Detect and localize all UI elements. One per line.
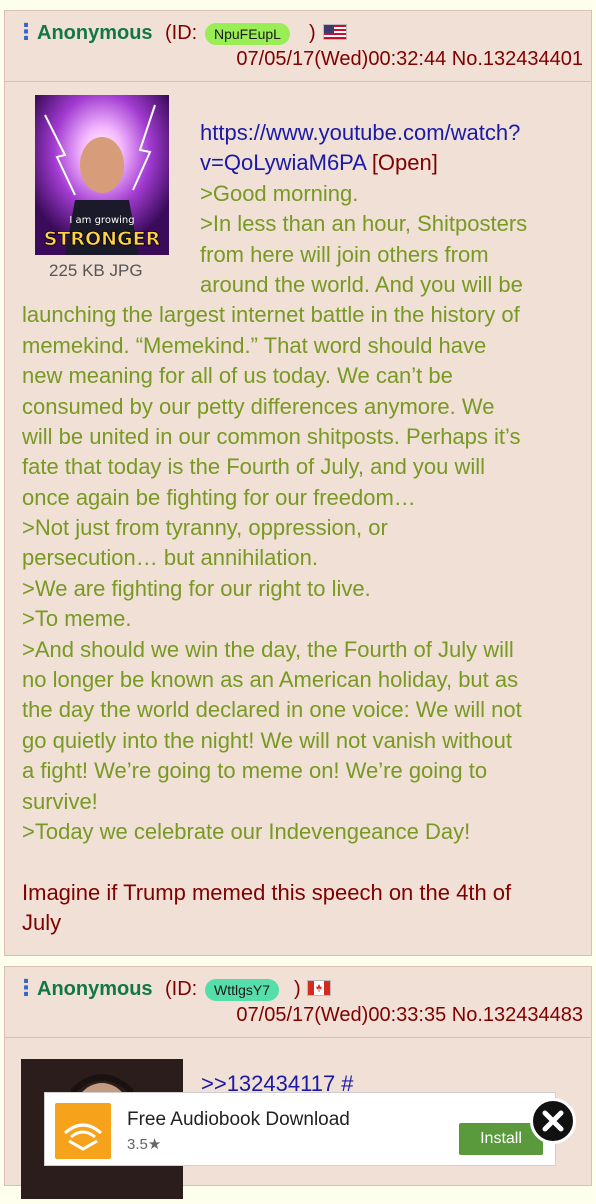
post-info: 07/05/17(Wed)00:32:44 No.132434401	[236, 47, 583, 71]
greentext-line: >In less than an hour, Shitposters	[200, 211, 528, 237]
greentext-line: no longer be known as an American holida…	[22, 667, 519, 693]
post-datetime: 07/05/17(Wed)00:32:44	[236, 48, 447, 70]
post-menu-icon[interactable]: ⋮	[15, 21, 37, 43]
greentext-line: around the world. And you will be	[200, 271, 523, 297]
post-number[interactable]: No.132434483	[452, 1004, 583, 1026]
post-info: 07/05/17(Wed)00:33:35 No.132434483	[236, 1003, 583, 1027]
greentext-line: the day the world declared in one voice:…	[22, 697, 522, 723]
canada-flag-icon	[307, 980, 331, 996]
greentext-line: memekind. “Memekind.” That word should h…	[22, 332, 487, 358]
ad-banner[interactable]: Free Audiobook Download 3.5★ Install	[44, 1092, 556, 1166]
close-icon	[542, 1110, 564, 1132]
greentext-line: >Today we celebrate our Indevengeance Da…	[22, 818, 471, 844]
id-paren-close: )	[294, 978, 301, 1000]
greentext-line: >Not just from tyranny, oppression, or	[22, 515, 388, 541]
greentext-line: >We are fighting for our right to live.	[22, 575, 371, 601]
audible-icon	[55, 1103, 111, 1159]
youtube-link-cont[interactable]: v=QoLywiaM6PA	[200, 150, 366, 175]
greentext-line: persecution… but annihilation.	[22, 545, 318, 571]
comment-line: July	[22, 910, 62, 936]
us-flag-icon	[323, 24, 347, 40]
greentext-line: >To meme.	[22, 606, 132, 632]
poster-id-badge[interactable]: NpuFEupL	[205, 23, 290, 45]
greentext-line: survive!	[22, 788, 98, 814]
close-ad-button[interactable]	[530, 1098, 576, 1144]
greentext-line: from here will join others from	[200, 241, 489, 267]
poster-id-badge[interactable]: WttlgsY7	[205, 979, 280, 1001]
greentext-line: launching the largest internet battle in…	[22, 302, 520, 328]
post-message: https://www.youtube.com/watch? v=QoLywia…	[22, 118, 580, 939]
poster-name: Anonymous	[37, 978, 153, 1000]
post-header: ⋮ Anonymous (ID: NpuFEupL ) 07/05/17(Wed…	[5, 11, 591, 82]
greentext-line: a fight! We’re going to meme on! We’re g…	[22, 758, 488, 784]
greentext-line: once again be fighting for our freedom…	[22, 484, 416, 510]
id-paren-close: )	[309, 22, 316, 44]
post-datetime: 07/05/17(Wed)00:33:35	[236, 1004, 447, 1026]
greentext-line: new meaning for all of us today. We can’…	[22, 363, 453, 389]
ad-title: Free Audiobook Download	[127, 1109, 350, 1130]
greentext-line: >Good morning.	[200, 180, 359, 206]
comment-line: Imagine if Trump memed this speech on th…	[22, 879, 512, 905]
poster-name: Anonymous	[37, 22, 153, 44]
ad-rating: 3.5★	[127, 1136, 162, 1153]
greentext-line: fate that today is the Fourth of July, a…	[22, 454, 486, 480]
id-label: (ID:	[165, 978, 198, 1000]
greentext-line: go quietly into the night! We will not v…	[22, 727, 512, 753]
id-label: (ID:	[165, 22, 198, 44]
greentext-line: consumed by our petty differences anymor…	[22, 393, 495, 419]
greentext-line: will be united in our common shitposts. …	[22, 423, 521, 449]
post: ⋮ Anonymous (ID: NpuFEupL ) 07/05/17(Wed…	[4, 10, 592, 956]
greentext-line: >And should we win the day, the Fourth o…	[22, 636, 514, 662]
post-header: ⋮ Anonymous (ID: WttlgsY7 ) 07/05/17(Wed…	[5, 967, 591, 1038]
youtube-link[interactable]: https://www.youtube.com/watch?	[22, 118, 580, 148]
open-link[interactable]: [Open]	[372, 150, 438, 175]
post-menu-icon[interactable]: ⋮	[15, 977, 37, 999]
post-number[interactable]: No.132434401	[452, 48, 583, 70]
